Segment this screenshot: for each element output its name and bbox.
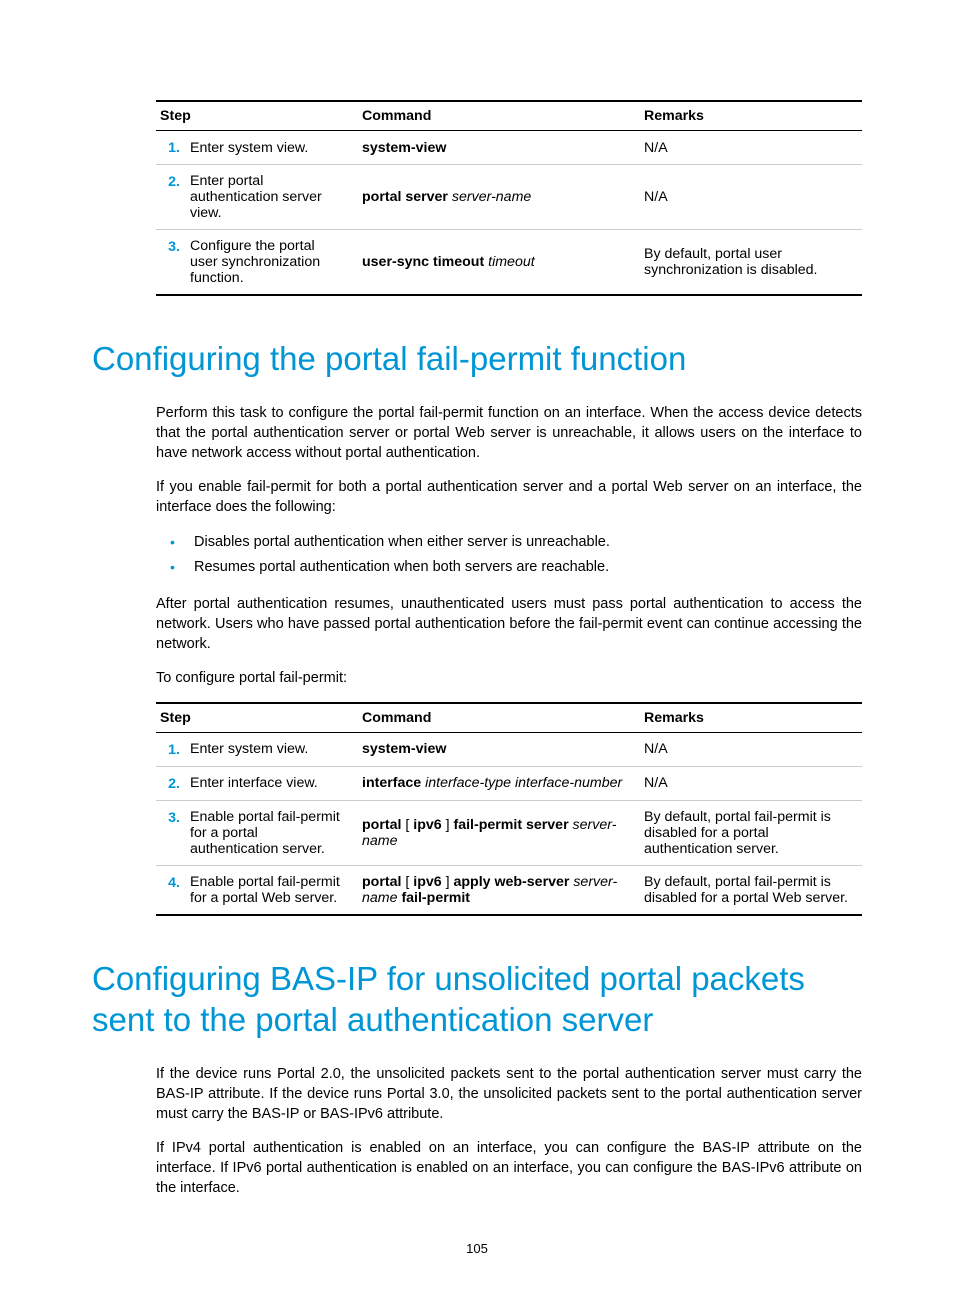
- step-remarks: N/A: [640, 165, 862, 230]
- step-description: Configure the portal user synchronizatio…: [186, 230, 358, 296]
- step-command: portal [ ipv6 ] apply web-server server-…: [358, 865, 640, 915]
- step-command: system-view: [358, 131, 640, 165]
- step-description: Enter system view.: [186, 131, 358, 165]
- step-description: Enter portal authentication server view.: [186, 165, 358, 230]
- step-remarks: By default, portal fail-permit is disabl…: [640, 800, 862, 865]
- step-command: interface interface-type interface-numbe…: [358, 766, 640, 800]
- step-remarks: N/A: [640, 766, 862, 800]
- steps-table-user-sync: Step Command Remarks 1.Enter system view…: [156, 100, 862, 296]
- paragraph: If the device runs Portal 2.0, the unsol…: [156, 1064, 862, 1124]
- step-remarks: By default, portal user synchronization …: [640, 230, 862, 296]
- col-step: Step: [156, 101, 358, 131]
- step-number: 3.: [156, 800, 186, 865]
- section-heading-bas-ip: Configuring BAS-IP for unsolicited porta…: [92, 958, 862, 1041]
- paragraph: After portal authentication resumes, una…: [156, 594, 862, 654]
- col-step: Step: [156, 703, 358, 733]
- step-number: 1.: [156, 732, 186, 766]
- list-item: Disables portal authentication when eith…: [194, 531, 862, 554]
- paragraph: If you enable fail-permit for both a por…: [156, 477, 862, 517]
- step-number: 1.: [156, 131, 186, 165]
- step-number: 2.: [156, 165, 186, 230]
- paragraph: If IPv4 portal authentication is enabled…: [156, 1138, 862, 1198]
- step-command: system-view: [358, 732, 640, 766]
- step-remarks: By default, portal fail-permit is disabl…: [640, 865, 862, 915]
- step-description: Enter interface view.: [186, 766, 358, 800]
- table-row: 4.Enable portal fail-permit for a portal…: [156, 865, 862, 915]
- section-heading-fail-permit: Configuring the portal fail-permit funct…: [92, 338, 862, 379]
- step-command: portal [ ipv6 ] fail-permit server serve…: [358, 800, 640, 865]
- step-number: 2.: [156, 766, 186, 800]
- table-row: 1.Enter system view.system-viewN/A: [156, 732, 862, 766]
- step-remarks: N/A: [640, 732, 862, 766]
- step-description: Enable portal fail-permit for a portal a…: [186, 800, 358, 865]
- paragraph: Perform this task to configure the porta…: [156, 403, 862, 463]
- bullet-list: Disables portal authentication when eith…: [156, 531, 862, 579]
- col-command: Command: [358, 703, 640, 733]
- table-row: 1.Enter system view.system-viewN/A: [156, 131, 862, 165]
- step-description: Enable portal fail-permit for a portal W…: [186, 865, 358, 915]
- step-description: Enter system view.: [186, 732, 358, 766]
- col-command: Command: [358, 101, 640, 131]
- col-remarks: Remarks: [640, 101, 862, 131]
- paragraph: To configure portal fail-permit:: [156, 668, 862, 688]
- step-command: portal server server-name: [358, 165, 640, 230]
- list-item: Resumes portal authentication when both …: [194, 556, 862, 579]
- table-row: 3.Configure the portal user synchronizat…: [156, 230, 862, 296]
- step-remarks: N/A: [640, 131, 862, 165]
- step-command: user-sync timeout timeout: [358, 230, 640, 296]
- step-number: 3.: [156, 230, 186, 296]
- table-row: 3.Enable portal fail-permit for a portal…: [156, 800, 862, 865]
- steps-table-fail-permit: Step Command Remarks 1.Enter system view…: [156, 702, 862, 916]
- table-row: 2.Enter portal authentication server vie…: [156, 165, 862, 230]
- page-number: 105: [0, 1241, 954, 1256]
- table-row: 2.Enter interface view.interface interfa…: [156, 766, 862, 800]
- col-remarks: Remarks: [640, 703, 862, 733]
- step-number: 4.: [156, 865, 186, 915]
